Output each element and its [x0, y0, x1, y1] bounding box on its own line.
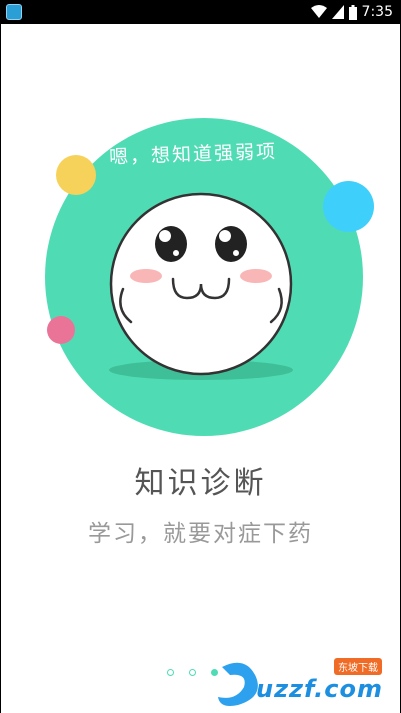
page-indicator	[167, 669, 218, 676]
watermark-brand: uzzf.com	[256, 675, 383, 703]
status-time: 7:35	[361, 4, 393, 20]
signal-icon	[331, 5, 344, 19]
status-right-group: 7:35	[310, 0, 393, 24]
status-bar: 7:35	[0, 0, 401, 24]
page-subtitle: 学习，就要对症下药	[88, 521, 313, 547]
pager-dot-1[interactable]	[167, 669, 174, 676]
app-notification-icon	[6, 4, 22, 20]
battery-icon	[348, 4, 357, 20]
blue-bubble-decoration	[323, 181, 374, 232]
mascot-illustration	[109, 192, 293, 380]
pink-bubble-decoration	[47, 316, 75, 344]
page-title: 知识诊断	[134, 466, 267, 501]
yellow-bubble-decoration	[56, 155, 96, 195]
site-watermark: uzzf.com 东坡下载	[216, 649, 396, 713]
watermark-tag: 东坡下载	[334, 658, 382, 675]
intro-screen[interactable]: 嗯，想知道强弱项 知识诊断 学习，就要对症下药 uzzf.com 东坡下载	[1, 24, 400, 713]
pager-dot-2[interactable]	[189, 669, 196, 676]
wifi-icon	[310, 5, 327, 18]
